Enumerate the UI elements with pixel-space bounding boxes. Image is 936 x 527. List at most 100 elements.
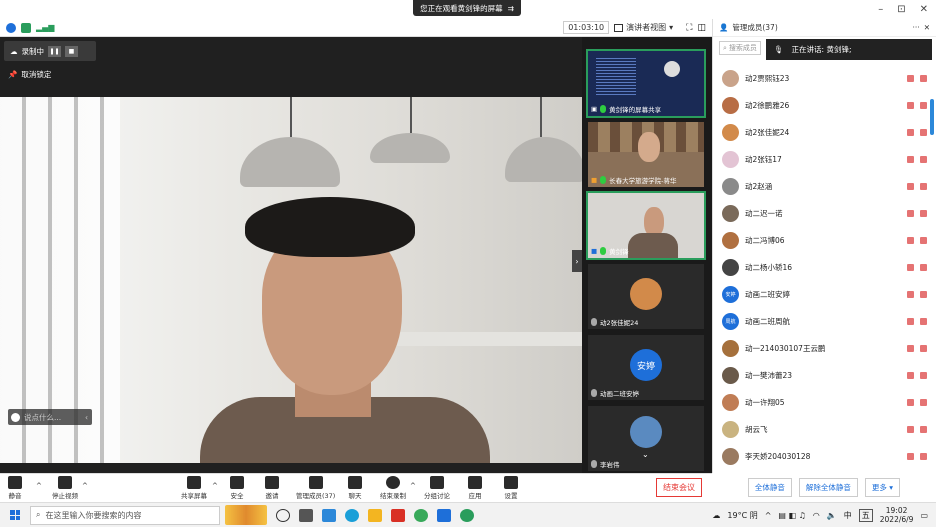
camera-off-icon[interactable] <box>920 399 927 406</box>
audio-options-chevron[interactable]: ^ <box>36 482 42 490</box>
more-options-button[interactable]: ··· <box>913 23 920 32</box>
camera-off-icon[interactable] <box>920 291 927 298</box>
member-row[interactable]: 动2张钰17 <box>713 146 936 173</box>
edge-icon[interactable] <box>345 508 359 522</box>
member-row[interactable]: 动二冯博06 <box>713 227 936 254</box>
view-mode-button[interactable]: 演讲者视图 ▾ <box>614 22 673 33</box>
thumbnail-participant[interactable]: 动2张佳妮24 <box>588 264 704 329</box>
app-icon[interactable] <box>322 508 336 522</box>
mic-muted-icon[interactable] <box>907 318 914 325</box>
member-search-input[interactable]: ⌕ 搜索成员 <box>719 41 761 55</box>
member-row[interactable]: 动2张佳妮24 <box>713 119 936 146</box>
mic-muted-icon[interactable] <box>907 345 914 352</box>
manage-members-button[interactable]: 管理成员(37) <box>296 476 335 500</box>
end-meeting-button[interactable]: 结束会议 <box>656 478 702 497</box>
camera-off-icon[interactable] <box>920 237 927 244</box>
member-row[interactable]: 李天娇204030128 <box>713 443 936 470</box>
share-options-chevron[interactable]: ^ <box>212 482 218 490</box>
pause-recording-button[interactable]: ❚❚ <box>48 45 61 57</box>
close-panel-icon[interactable]: ✕ <box>924 23 930 32</box>
quick-chat-input[interactable]: 说点什么... ‹ <box>8 409 92 425</box>
close-button[interactable]: ✕ <box>920 4 928 15</box>
member-row[interactable]: 安婷 动画二班安婷 <box>713 281 936 308</box>
member-row[interactable]: 动一许翔05 <box>713 389 936 416</box>
ime-mode-indicator[interactable]: 五 <box>858 508 873 522</box>
taskbar-search-input[interactable]: ⌕ 在这里输入你要搜索的内容 <box>30 505 220 525</box>
video-options-chevron[interactable]: ^ <box>82 482 88 490</box>
volume-icon[interactable]: 🔈 <box>827 511 837 520</box>
layout-icon[interactable]: ◫ <box>697 23 706 33</box>
stop-video-button[interactable]: 停止视频 <box>52 476 78 500</box>
mic-muted-icon[interactable] <box>907 156 914 163</box>
file-explorer-icon[interactable] <box>368 508 382 522</box>
weather-icon[interactable]: ☁ <box>712 511 720 520</box>
mute-all-button[interactable]: 全体静音 <box>747 478 792 497</box>
end-recording-button[interactable]: 结束录制 <box>380 476 406 500</box>
stop-recording-button[interactable]: ■ <box>65 45 78 57</box>
apps-button[interactable]: 应用 <box>468 476 482 500</box>
thumbnail-screen-share[interactable]: ▣ 黄剑锋的屏幕共享 <box>586 49 706 118</box>
mic-muted-icon[interactable] <box>907 129 914 136</box>
browser-icon[interactable] <box>414 508 428 522</box>
share-banner[interactable]: 您正在观看黄剑锋的屏幕 ⇉ <box>413 0 521 16</box>
thumbnail-participant[interactable]: ■ 黄剑锋 <box>586 191 706 260</box>
emoji-icon[interactable] <box>11 412 20 422</box>
weather-label[interactable]: 19°C 阴 <box>727 510 757 521</box>
member-row[interactable]: 动2贾熙钰23 <box>713 65 936 92</box>
camera-off-icon[interactable] <box>920 129 927 136</box>
thumbnail-participant[interactable]: ■ 长春大学旅游学院-蒋华 <box>588 122 704 187</box>
task-view-icon[interactable] <box>276 508 290 522</box>
ime-indicator[interactable]: 中 <box>844 510 852 521</box>
member-list-scrollbar[interactable] <box>930 99 934 135</box>
invite-button[interactable]: 邀请 <box>265 476 279 500</box>
widgets-icon[interactable] <box>299 508 313 522</box>
member-row[interactable]: 周航 动画二班周航 <box>713 308 936 335</box>
member-row[interactable]: 动一樊沛蕾23 <box>713 362 936 389</box>
camera-off-icon[interactable] <box>920 426 927 433</box>
unmute-all-button[interactable]: 解除全体静音 <box>798 478 858 497</box>
member-row[interactable]: 胡云飞 <box>713 416 936 443</box>
camera-off-icon[interactable] <box>920 345 927 352</box>
mic-muted-icon[interactable] <box>907 75 914 82</box>
camera-off-icon[interactable] <box>920 102 927 109</box>
camera-off-icon[interactable] <box>920 156 927 163</box>
network-icon[interactable]: ◠ <box>813 511 820 520</box>
mic-muted-icon[interactable] <box>907 183 914 190</box>
windows-start-icon[interactable] <box>10 510 20 520</box>
signal-icon[interactable]: ▂▄▆ <box>36 23 54 32</box>
tray-icons[interactable]: ▤ ◧ ♫ <box>778 511 805 520</box>
mic-muted-icon[interactable] <box>907 264 914 271</box>
recording-options-chevron[interactable]: ^ <box>410 482 416 490</box>
camera-off-icon[interactable] <box>920 453 927 460</box>
member-row[interactable]: 动2徐鹏雅26 <box>713 92 936 119</box>
member-row[interactable]: 动一214030107王云鹏 <box>713 335 936 362</box>
member-row[interactable]: 动二杨小轿16 <box>713 254 936 281</box>
wps-icon[interactable] <box>391 508 405 522</box>
collapse-chat-icon[interactable]: ‹ <box>85 413 92 422</box>
info-icon[interactable] <box>6 22 16 33</box>
camera-off-icon[interactable] <box>920 372 927 379</box>
meeting-app-icon[interactable] <box>437 508 451 522</box>
unlock-button[interactable]: 📌 取消锁定 <box>8 69 51 80</box>
mic-muted-icon[interactable] <box>907 399 914 406</box>
minimize-button[interactable]: – <box>878 4 883 15</box>
camera-off-icon[interactable] <box>920 75 927 82</box>
camera-off-icon[interactable] <box>920 183 927 190</box>
mic-muted-icon[interactable] <box>907 426 914 433</box>
thumbnail-participant[interactable]: ⌄ 李岩伟 <box>588 406 704 471</box>
mic-muted-icon[interactable] <box>907 291 914 298</box>
fullscreen-icon[interactable]: ⛶ <box>686 23 692 33</box>
camera-off-icon[interactable] <box>920 264 927 271</box>
more-actions-button[interactable]: 更多 ▾ <box>864 478 901 497</box>
mic-muted-icon[interactable] <box>907 453 914 460</box>
exit-share-view-icon[interactable]: ⇉ <box>508 4 514 13</box>
clock[interactable]: 19:02 2022/6/9 <box>880 506 914 524</box>
main-video[interactable]: ☁ 录制中 ❚❚ ■ 📌 取消锁定 说点什么... ‹ <box>0 37 582 473</box>
security-button[interactable]: 安全 <box>230 476 244 500</box>
settings-button[interactable]: 设置 <box>504 476 518 500</box>
mic-muted-icon[interactable] <box>907 102 914 109</box>
shield-icon[interactable] <box>21 22 31 33</box>
mic-muted-icon[interactable] <box>907 237 914 244</box>
share-screen-button[interactable]: 共享屏幕 <box>181 476 207 500</box>
mic-muted-icon[interactable] <box>907 372 914 379</box>
